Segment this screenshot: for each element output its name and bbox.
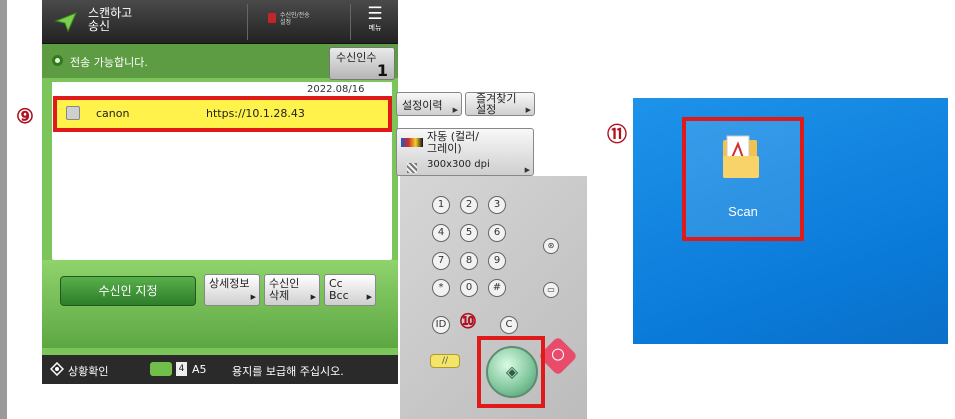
key-3[interactable]: 3 [488, 196, 506, 214]
status-message: 전송 가능합니다. [70, 56, 148, 69]
favorites-button[interactable]: 즐겨찾기 설정 ▶ [465, 92, 535, 116]
key-5[interactable]: 5 [460, 224, 478, 242]
key-hash[interactable]: # [488, 279, 506, 297]
key-6[interactable]: 6 [488, 224, 506, 242]
chevron-right-icon: ▶ [366, 293, 372, 301]
status-footer: 상황확인 4 A5 용지를 보급해 주십시오. [42, 355, 398, 384]
receive-setting-button[interactable]: 수신인/전송 설정 [280, 12, 320, 26]
favorites-line2: 설정 [476, 103, 497, 116]
recipient-count-label: 수신인수 [336, 51, 377, 64]
menu-icon: ☰ [367, 4, 383, 24]
step-10-marker: ⑩ [459, 309, 477, 333]
menu-label: 메뉴 [368, 24, 382, 32]
status-check-icon [50, 362, 64, 376]
menu-button[interactable]: ☰ 메뉴 [355, 6, 395, 33]
color-mode-icon [401, 138, 423, 147]
specify-recipient-button[interactable]: 수신인 지정 [60, 276, 196, 306]
status-indicator-icon [52, 55, 63, 66]
key-0[interactable]: 0 [460, 279, 478, 297]
reset-button[interactable]: // [430, 354, 460, 368]
windows-desktop: Scan [633, 98, 948, 344]
resolution-icon [407, 163, 417, 173]
details-label: 상세정보 [209, 277, 250, 290]
clear-key[interactable]: C [500, 316, 518, 334]
status-check-button[interactable]: 상황확인 [68, 363, 108, 379]
bottom-action-bar: 수신인 지정 상세정보 ▶ 수신인 삭제 ▶ Cc Bcc ▶ [42, 260, 398, 348]
callout-box-step11 [682, 117, 804, 241]
tray-number: 4 [176, 362, 187, 376]
key-4[interactable]: 4 [432, 224, 450, 242]
settings-history-label: 설정이력 [402, 99, 443, 112]
delete-recipient-button[interactable]: 수신인 삭제 ▶ [264, 274, 320, 306]
key-7[interactable]: 7 [432, 252, 450, 270]
key-8[interactable]: 8 [460, 252, 478, 270]
key-1[interactable]: 1 [432, 196, 450, 214]
id-key[interactable]: ID [432, 316, 450, 334]
key-asterisk[interactable]: * [432, 279, 450, 297]
hardware-keypad: 1 2 3 4 5 6 7 8 9 * 0 # ⊛ ▭ ID C // ◈ [400, 176, 587, 419]
cc-line2: Bcc [329, 289, 349, 302]
chevron-right-icon: ▶ [452, 106, 458, 114]
header-divider [247, 4, 248, 40]
mode-title-line2: 송신 [88, 19, 111, 33]
color-mode-button[interactable]: 자동 (컬러/ 그레이) ▶ 300x300 dpi [396, 128, 534, 176]
stop-icon [552, 348, 564, 361]
paper-size: A5 [192, 363, 207, 376]
scan-folder-shortcut[interactable]: Scan [682, 117, 804, 241]
status-row: 전송 가능합니다. 수신인수 1 [42, 44, 398, 80]
receive-setting-line2: 설정 [280, 19, 292, 26]
copier-touch-panel: 스캔하고 송신 수신인/전송 설정 ☰ 메뉴 전송 가능합니다. 수신인수 1 … [42, 0, 398, 384]
recipient-count-box: 수신인수 1 [329, 47, 395, 80]
footer-message: 용지를 보급해 주십시오. [232, 365, 344, 378]
details-button[interactable]: 상세정보 ▶ [204, 274, 260, 306]
favorites-label: 즐겨찾기 설정 [476, 93, 516, 115]
scan-send-icon [54, 12, 77, 33]
counter-key-icon[interactable]: ▭ [543, 282, 559, 298]
key-9[interactable]: 9 [488, 252, 506, 270]
color-mode-line2: 그레이) [427, 142, 462, 155]
chevron-right-icon: ▶ [310, 293, 316, 301]
delete-line2: 삭제 [269, 289, 290, 302]
recipient-count-value: 1 [376, 61, 388, 80]
resolution-value: 300x300 dpi [427, 159, 490, 170]
color-mode-label: 자동 (컬러/ 그레이) [427, 131, 479, 155]
left-edge-bar [0, 0, 7, 419]
mode-title[interactable]: 스캔하고 송신 [88, 7, 148, 33]
chevron-right-icon: ▶ [524, 166, 530, 174]
receive-setting-line1: 수신인/전송 [280, 12, 310, 19]
chevron-right-icon: ▶ [250, 293, 256, 301]
callout-box-step10 [477, 336, 545, 408]
book-icon [268, 13, 276, 23]
chevron-right-icon: ▶ [525, 106, 531, 114]
header-divider [350, 4, 351, 40]
panel-header: 스캔하고 송신 수신인/전송 설정 ☰ 메뉴 [42, 0, 398, 44]
step-9-marker: ⑨ [16, 104, 34, 128]
callout-box-step9 [53, 96, 392, 132]
cc-bcc-button[interactable]: Cc Bcc ▶ [324, 274, 376, 306]
step-11-marker: ⑪ [607, 122, 627, 146]
settings-history-button[interactable]: 설정이력 ▶ [396, 92, 462, 116]
key-2[interactable]: 2 [460, 196, 478, 214]
paper-tray-icon [150, 362, 172, 376]
settings-key-icon[interactable]: ⊛ [543, 238, 559, 254]
